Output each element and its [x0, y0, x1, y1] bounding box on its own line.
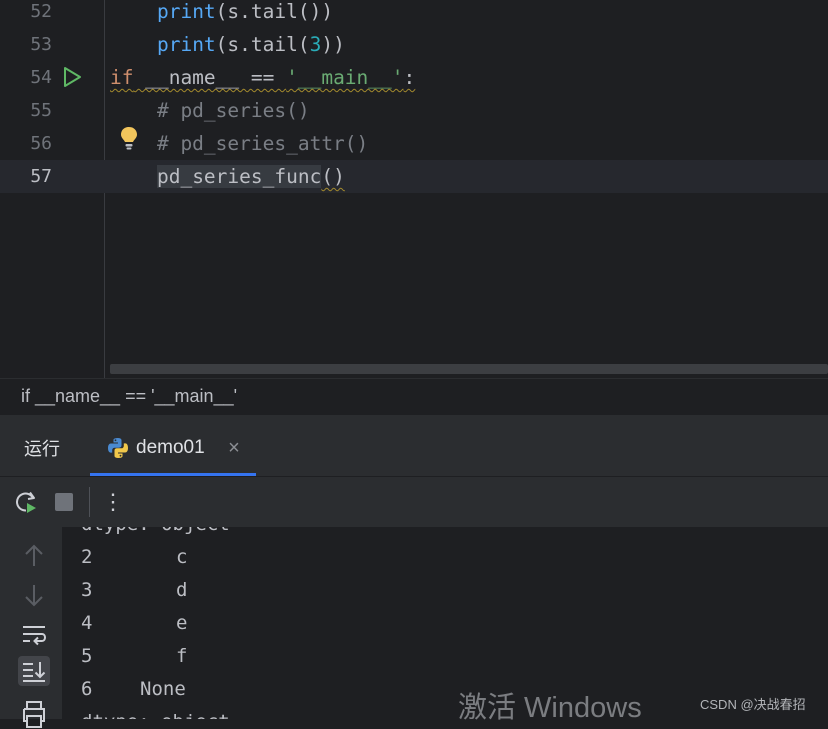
csdn-credit: CSDN @决战春招 — [700, 697, 806, 712]
soft-wrap-icon[interactable] — [18, 619, 50, 649]
print-icon[interactable] — [18, 699, 50, 729]
horizontal-scrollbar[interactable] — [110, 364, 828, 374]
console-row-index: 3 — [81, 579, 93, 601]
code-line[interactable]: 54 if __name__ == '__main__': — [0, 61, 828, 94]
code-text: pd_series_func() — [156, 165, 345, 188]
tab-demo01[interactable]: demo01 × — [90, 427, 256, 476]
code-comment: # pd_series_attr() — [110, 132, 369, 155]
console-row-value: d — [176, 579, 188, 601]
rerun-icon[interactable] — [13, 489, 39, 515]
scroll-up-icon[interactable] — [18, 541, 50, 571]
activate-windows-watermark: 激活 Windows — [458, 692, 642, 724]
console-line: dtype: object — [81, 706, 230, 719]
breadcrumb-text[interactable]: if __name__ == '__main__' — [21, 386, 237, 407]
python-icon — [108, 438, 128, 458]
console-row-index: 5 — [81, 645, 93, 667]
run-panel-header: 运行 demo01 × — [0, 415, 828, 477]
line-number: 54 — [30, 67, 52, 88]
code-line[interactable]: 55 # pd_series() — [0, 94, 828, 127]
scroll-down-icon[interactable] — [18, 580, 50, 610]
tab-active-indicator — [90, 473, 256, 476]
line-number: 56 — [30, 133, 52, 154]
code-line[interactable]: 53 print(s.tail(3)) — [0, 28, 828, 61]
stop-icon[interactable] — [51, 489, 77, 515]
console-row-value: None — [140, 678, 186, 700]
line-number: 55 — [30, 100, 52, 121]
line-number: 53 — [30, 34, 52, 55]
code-line-current[interactable]: 57 pd_series_func() — [0, 160, 828, 193]
console-row-value: e — [176, 612, 188, 634]
code-comment: # pd_series() — [110, 99, 310, 122]
console-line: dtype: object — [81, 527, 230, 541]
console-row-value: f — [176, 645, 188, 667]
tab-label: demo01 — [136, 437, 205, 458]
run-toolbar: ⋮ — [0, 477, 828, 527]
console-row-value: c — [176, 546, 188, 568]
console-output[interactable]: dtype: object 2 c 3 d 4 e 5 f 6 None dty… — [62, 527, 828, 719]
console-row-index: 6 — [81, 678, 93, 700]
close-icon[interactable]: × — [226, 437, 242, 459]
line-number: 52 — [30, 1, 52, 22]
line-number: 57 — [30, 166, 52, 187]
code-text: print(s.tail(3)) — [156, 33, 345, 56]
toolbar-separator — [89, 487, 90, 517]
breadcrumb[interactable]: if __name__ == '__main__' — [0, 378, 828, 416]
console-row-index: 4 — [81, 612, 93, 634]
console-side-toolbar — [0, 527, 62, 728]
run-panel-title: 运行 — [24, 439, 60, 459]
bulb-icon[interactable] — [118, 125, 140, 151]
code-line[interactable]: 52 print(s.tail()) — [0, 0, 828, 28]
code-text: print(s.tail()) — [156, 0, 334, 23]
code-text: if __name__ == '__main__': — [110, 66, 416, 89]
console-row-index: 2 — [81, 546, 93, 568]
run-gutter-icon[interactable] — [61, 66, 83, 88]
scroll-to-end-icon[interactable] — [18, 656, 50, 686]
more-icon[interactable]: ⋮ — [100, 489, 126, 515]
code-editor[interactable]: 52 print(s.tail()) 53 print(s.tail(3)) 5… — [0, 0, 828, 378]
